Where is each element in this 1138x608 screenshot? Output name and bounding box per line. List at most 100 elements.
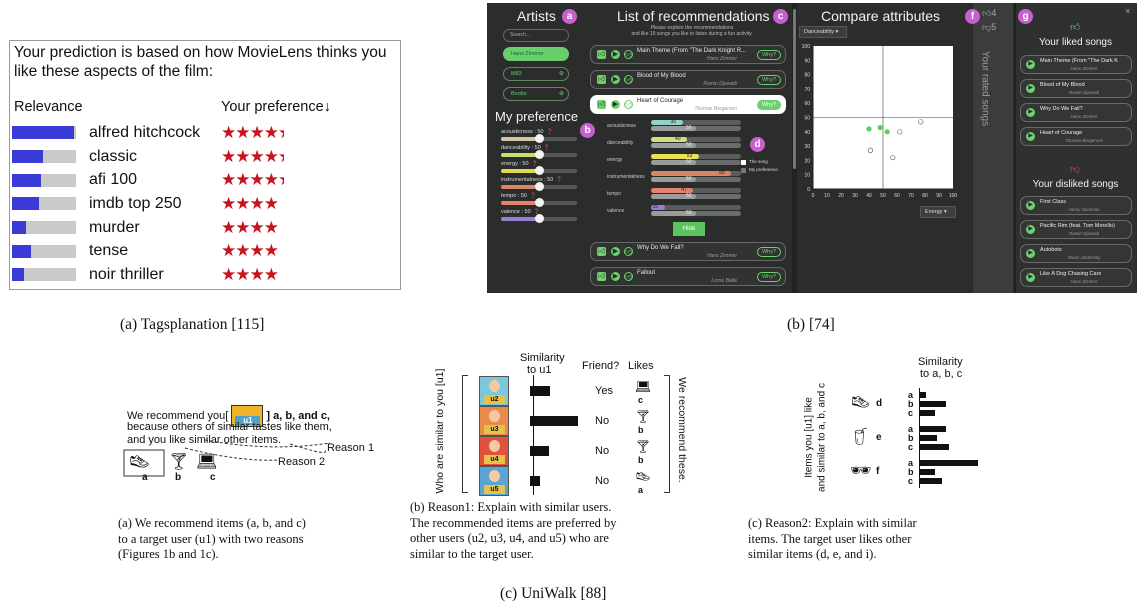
- rated-song-card[interactable]: ▶ Autobots Steve Jablonsky: [1020, 244, 1132, 263]
- play-icon[interactable]: ▶: [611, 50, 620, 59]
- play-icon[interactable]: ▶: [1026, 201, 1035, 210]
- preference-slider[interactable]: energy : 50 ❓: [501, 161, 577, 175]
- song-row[interactable]: 👍︎ ▶ 👎︎ Main Theme (From "The Dark Knight R…: [590, 45, 786, 64]
- liked-song-point[interactable]: [866, 126, 872, 132]
- tag-label[interactable]: classic: [89, 148, 221, 166]
- slider-knob[interactable]: [535, 150, 544, 159]
- play-icon[interactable]: ▶: [1026, 249, 1035, 258]
- slider-knob[interactable]: [535, 214, 544, 223]
- song-row[interactable]: 👍︎ ▶ 👎︎ Why Do We Fall? Hans Zimmer Why?: [590, 242, 786, 261]
- preference-stars[interactable]: ★★★★★: [221, 170, 284, 190]
- disliked-song-point[interactable]: [890, 154, 896, 161]
- why-button[interactable]: Why?: [757, 100, 781, 110]
- why-button[interactable]: Why?: [757, 247, 781, 257]
- like-button-icon[interactable]: 👍︎: [597, 247, 606, 256]
- play-icon[interactable]: ▶: [611, 75, 620, 84]
- hide-button[interactable]: Hide: [673, 222, 705, 236]
- dislike-button-icon[interactable]: 👎︎: [624, 75, 633, 84]
- dislike-button-icon[interactable]: 👎︎: [624, 247, 633, 256]
- slider-track[interactable]: [501, 134, 577, 143]
- tag-label[interactable]: imdb top 250: [89, 195, 221, 213]
- preference-stars[interactable]: ★★★★★: [221, 147, 284, 167]
- slider-knob[interactable]: [535, 182, 544, 191]
- rated-song-card[interactable]: ▶ Heart of Courage Thomas Bergersen: [1020, 127, 1132, 146]
- close-icon[interactable]: ×: [1125, 6, 1130, 16]
- artist-chip[interactable]: Boobs ⊕: [503, 87, 569, 101]
- play-icon[interactable]: ▶: [1026, 108, 1035, 117]
- artist-chip[interactable]: M83 ⊕: [503, 67, 569, 81]
- rated-song-card[interactable]: ▶ First Class Henry Jackman: [1020, 196, 1132, 215]
- y-attribute-dropdown[interactable]: Energy ▾: [920, 206, 956, 218]
- slider-track[interactable]: [501, 214, 577, 223]
- disliked-song-point[interactable]: [897, 129, 903, 135]
- dislike-button-icon[interactable]: 👎︎: [624, 50, 633, 59]
- play-icon[interactable]: ▶: [1026, 84, 1035, 93]
- rated-song-card[interactable]: ▶ Main Theme (From "The Dark K Hans Zimmer: [1020, 55, 1132, 74]
- add-icon[interactable]: ⊕: [559, 88, 564, 100]
- like-button-icon[interactable]: 👍︎: [597, 100, 606, 109]
- help-icon[interactable]: ❓: [547, 129, 553, 135]
- rated-song-card[interactable]: ▶ Why Do We Fall? Hans Zimmer: [1020, 103, 1132, 122]
- tag-label[interactable]: afi 100: [89, 171, 221, 189]
- disliked-song-point[interactable]: [918, 119, 924, 125]
- tag-label[interactable]: noir thriller: [89, 266, 221, 284]
- relevance-header[interactable]: Relevance: [14, 99, 83, 115]
- help-icon[interactable]: ❓: [544, 145, 550, 151]
- tag-label[interactable]: murder: [89, 219, 221, 237]
- preference-slider[interactable]: valence : 50 ❓: [501, 209, 577, 223]
- why-button[interactable]: Why?: [757, 272, 781, 282]
- tag-label[interactable]: alfred hitchcock: [89, 124, 221, 142]
- play-icon[interactable]: ▶: [1026, 273, 1035, 282]
- song-row[interactable]: 👍︎ ▶ 👎︎ Blood of My Blood Ramin Djawadi Why?: [590, 70, 786, 89]
- disliked-song-point[interactable]: [867, 147, 873, 153]
- preference-stars[interactable]: ★★★★: [221, 265, 279, 285]
- tag-label[interactable]: tense: [89, 242, 221, 260]
- scrollbar-thumb[interactable]: [793, 9, 796, 169]
- play-icon[interactable]: ▶: [1026, 225, 1035, 234]
- rated-song-card[interactable]: ▶ Blood of My Blood Ramin Djawadi: [1020, 79, 1132, 98]
- slider-knob[interactable]: [535, 134, 544, 143]
- preference-slider[interactable]: danceability : 50 ❓: [501, 145, 577, 159]
- slider-knob[interactable]: [535, 166, 544, 175]
- scrollbar-track[interactable]: [792, 3, 797, 293]
- rated-song-card[interactable]: ▶ Pacific Rim (feat. Tom Morello) Ramin Dj…: [1020, 220, 1132, 239]
- slider-track[interactable]: [501, 198, 577, 207]
- preference-stars[interactable]: ★★★★: [221, 218, 279, 238]
- slider-knob[interactable]: [535, 198, 544, 207]
- preference-stars[interactable]: ★★★★★: [221, 123, 284, 143]
- dislike-button-icon[interactable]: 👎︎: [624, 100, 633, 109]
- rated-song-card[interactable]: ▶ Like A Dog Chasing Cars Hans Zimmer: [1020, 268, 1132, 287]
- preference-slider[interactable]: instrumentalness : 50 ❓: [501, 177, 577, 191]
- like-button-icon[interactable]: 👍︎: [597, 272, 606, 281]
- play-icon[interactable]: ▶: [611, 100, 620, 109]
- help-icon[interactable]: ❓: [556, 177, 562, 183]
- preference-slider[interactable]: tempo : 50 ❓: [501, 193, 577, 207]
- add-icon[interactable]: ⊕: [559, 68, 564, 80]
- dislike-button-icon[interactable]: 👎︎: [624, 272, 633, 281]
- liked-song-point[interactable]: [877, 124, 883, 131]
- slider-track[interactable]: [501, 182, 577, 191]
- song-row[interactable]: 👍︎ ▶ 👎︎ Fallout Lorne Balfe Why?: [590, 267, 786, 286]
- like-button-icon[interactable]: 👍︎: [597, 50, 606, 59]
- slider-track[interactable]: [501, 150, 577, 159]
- play-icon[interactable]: ▶: [611, 272, 620, 281]
- y-tick-label: 40: [804, 130, 810, 136]
- play-icon[interactable]: ▶: [611, 247, 620, 256]
- slider-track[interactable]: [501, 166, 577, 175]
- like-button-icon[interactable]: 👍︎: [597, 75, 606, 84]
- liked-song-point[interactable]: [884, 129, 890, 135]
- why-button[interactable]: Why?: [757, 75, 781, 85]
- preference-stars[interactable]: ★★★★: [221, 194, 279, 214]
- song-row[interactable]: 👍︎ ▶ 👎︎ Heart of Courage Thomas Bergersen Why…: [590, 95, 786, 114]
- why-button[interactable]: Why?: [757, 50, 781, 60]
- rated-songs-strip[interactable]: [973, 3, 1013, 293]
- help-icon[interactable]: ❓: [530, 193, 536, 199]
- artist-search-input[interactable]: Search...: [503, 29, 569, 42]
- play-icon[interactable]: ▶: [1026, 132, 1035, 141]
- x-attribute-dropdown[interactable]: Danceability ▾: [799, 26, 847, 38]
- preference-header[interactable]: Your preference↓: [221, 99, 331, 115]
- play-icon[interactable]: ▶: [1026, 60, 1035, 69]
- preference-slider[interactable]: acousticness : 50 ❓: [501, 129, 577, 143]
- preference-stars[interactable]: ★★★★: [221, 241, 279, 261]
- artist-chip[interactable]: Hans Zimmer: [503, 47, 569, 61]
